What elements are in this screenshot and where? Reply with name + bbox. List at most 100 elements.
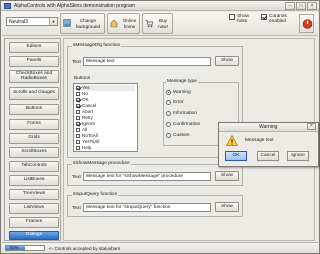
sidebar-item-dialogs[interactable]: Dialogs	[9, 231, 59, 240]
message-type-title: Message type	[166, 79, 198, 84]
radio-custom[interactable]	[166, 133, 171, 138]
dialog-title: Warning	[259, 124, 278, 130]
message-dlg-show-button[interactable]: Show	[215, 56, 239, 66]
radio-information[interactable]	[166, 111, 171, 116]
sidebar-item-grids[interactable]: Grids	[9, 133, 59, 144]
progress-percent: 50%	[10, 245, 19, 250]
message-dlg-text-label: Text	[72, 60, 81, 65]
checkbox[interactable]	[76, 103, 80, 108]
online-home-label: Online home	[122, 18, 137, 29]
picture-icon	[63, 19, 71, 27]
warning-icon	[226, 135, 238, 146]
change-background-button[interactable]: Change background	[60, 13, 105, 34]
sidebar-item-treeviews[interactable]: TreeViews	[9, 189, 59, 200]
sidebar-item-listviews[interactable]: ListViews	[9, 203, 59, 214]
change-background-label: Change background	[75, 18, 100, 29]
radio-confirmation[interactable]	[166, 122, 171, 127]
controls-enabled-checkbox[interactable]	[261, 14, 267, 20]
list-item[interactable]: Cancel	[76, 103, 134, 109]
list-item[interactable]: All	[76, 127, 134, 133]
checkbox[interactable]	[76, 97, 80, 102]
radio-information-label: Information	[173, 111, 197, 116]
sidebar: Editors Panels CheckBoxes and RadioBoxes…	[4, 38, 61, 241]
show-hints-label: Show hints	[237, 14, 249, 24]
checkbox[interactable]	[76, 85, 80, 90]
sidebar-item-scrolls[interactable]: Scrolls and Gauges	[9, 87, 59, 100]
sidebar-item-editors[interactable]: Editors	[9, 42, 59, 53]
title-bar[interactable]: AlphaControls with AlphaSkins demonstrat…	[1, 1, 319, 11]
sidebar-item-forms[interactable]: Forms	[9, 119, 59, 130]
list-item[interactable]: No	[76, 91, 134, 97]
list-item[interactable]: YesToAll	[76, 139, 134, 145]
sidebar-item-frames[interactable]: Frames	[9, 217, 59, 228]
buttons-listbox[interactable]: Yes No OK Cancel Abort Retry Ignore All …	[73, 83, 138, 152]
window-title: AlphaControls with AlphaSkins demonstrat…	[14, 3, 135, 9]
dialog-title-bar[interactable]: Warning ×	[219, 123, 318, 132]
buttons-label: Buttons	[74, 76, 91, 81]
close-button[interactable]: ×	[307, 2, 317, 10]
home-icon	[110, 19, 118, 28]
skin-combobox[interactable]: Neutral3 ▼	[6, 17, 58, 26]
radio-warning[interactable]	[166, 90, 171, 95]
status-text: <- Controls accepted by statusbars	[49, 246, 121, 251]
radio-error[interactable]	[166, 100, 171, 105]
checkbox[interactable]	[76, 127, 80, 132]
checkbox[interactable]	[76, 139, 80, 144]
dialog-ok-button[interactable]: OK	[225, 151, 247, 161]
list-item[interactable]: Ignore	[76, 121, 134, 127]
list-item[interactable]: Help	[76, 145, 134, 151]
buy-now-button[interactable]: Buy now!	[142, 13, 173, 34]
chevron-down-icon[interactable]: ▼	[49, 18, 57, 25]
radio-error-label: Error	[173, 100, 184, 105]
maximize-button[interactable]: □	[296, 2, 306, 10]
checkbox[interactable]	[76, 145, 80, 150]
list-item[interactable]: Retry	[76, 115, 134, 121]
message-dlg-text-input[interactable]: Message text	[83, 57, 211, 66]
show-message-title: sShowMessage procedure	[72, 161, 131, 166]
checkbox[interactable]	[76, 109, 80, 114]
input-query-text-label: Text	[72, 206, 81, 211]
progress-bar: 50%	[5, 245, 45, 251]
dialog-message: Message text	[245, 138, 274, 143]
list-item[interactable]: Abort	[76, 109, 134, 115]
sidebar-item-checkboxes[interactable]: CheckBoxes and RadioBoxes	[9, 70, 59, 83]
online-home-button[interactable]: Online home	[107, 13, 140, 34]
checkbox[interactable]	[76, 91, 80, 96]
dialog-ignore-button[interactable]: Ignore	[287, 151, 309, 161]
sidebar-item-tabcontrols[interactable]: TabControls	[9, 161, 59, 172]
list-item[interactable]: Yes	[76, 85, 134, 91]
show-message-text-label: Text	[72, 175, 81, 180]
radio-warning-label: Warning	[173, 90, 191, 95]
show-message-show-button[interactable]: Show	[215, 171, 239, 181]
input-query-show-button[interactable]: Show	[215, 202, 239, 212]
status-bar: 50% <- Controls accepted by statusbars	[2, 242, 318, 253]
list-item[interactable]: OK	[76, 97, 134, 103]
sidebar-item-listboxes[interactable]: ListBoxes	[9, 175, 59, 186]
sidebar-item-buttons[interactable]: Buttons	[9, 104, 59, 115]
list-item[interactable]: NoToAll	[76, 133, 134, 139]
controls-enabled-label: Controls enabled	[269, 14, 287, 24]
sidebar-item-scrollboxes[interactable]: ScrollBoxes	[9, 147, 59, 158]
show-hints-checkbox[interactable]	[229, 14, 235, 20]
sidebar-item-panels[interactable]: Panels	[9, 56, 59, 67]
checkbox[interactable]	[76, 121, 80, 126]
show-message-text-input[interactable]: Message text for "sShowMessage" procedur…	[83, 172, 211, 181]
input-query-text-input[interactable]: Message text for "sInputQuery" function	[83, 203, 211, 212]
cart-icon	[145, 20, 153, 28]
skin-combobox-value: Neutral3	[9, 19, 28, 25]
checkbox[interactable]	[76, 133, 80, 138]
radio-custom-label: Custom	[173, 133, 190, 138]
exit-icon	[302, 19, 313, 29]
buy-now-label: Buy now!	[158, 18, 168, 29]
message-dlg-title: sMessageDlg function	[72, 43, 122, 48]
checkbox[interactable]	[76, 115, 80, 120]
exit-button[interactable]	[299, 14, 314, 33]
radio-confirmation-label: Confirmation	[173, 122, 201, 127]
app-icon	[4, 3, 11, 9]
main-window: AlphaControls with AlphaSkins demonstrat…	[0, 0, 320, 254]
warning-dialog: Warning × Message text OK Cancel Ignore	[218, 122, 319, 167]
dialog-close-button[interactable]: ×	[307, 123, 316, 130]
minimize-button[interactable]: –	[285, 2, 295, 10]
dialog-cancel-button[interactable]: Cancel	[257, 151, 279, 161]
input-query-title: sInputQuery function	[72, 192, 119, 197]
